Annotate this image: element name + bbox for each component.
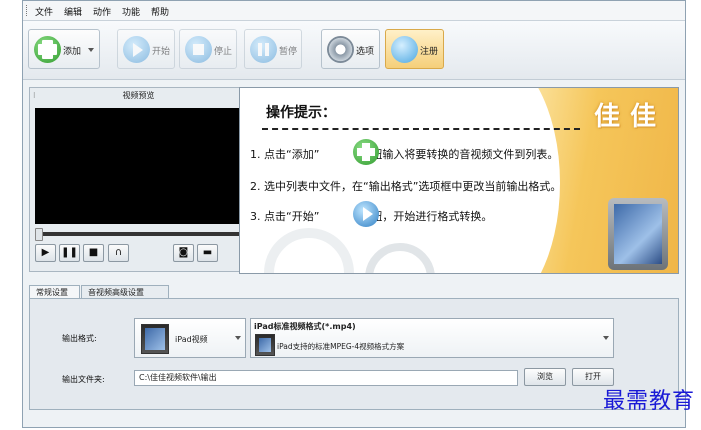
format-description: iPad支持的标准MPEG-4视频格式方案 <box>277 342 405 351</box>
play-icon <box>353 201 379 227</box>
play-icon <box>123 36 150 63</box>
register-button[interactable]: 注册 <box>385 29 444 69</box>
device-value: iPad视频 <box>175 335 208 344</box>
tips-heading: 操作提示： <box>266 105 336 121</box>
ipad-thumbnail <box>255 334 275 356</box>
brand-logo: 佳佳 <box>593 102 666 132</box>
menu-action[interactable]: 动作 <box>93 5 111 18</box>
app-window: 文件 编辑 动作 功能 帮助 添加 开始 停止 暂停 选项 注册 ⁝ 视频预览 … <box>22 0 686 428</box>
video-preview-panel: ⁝ 视频预览 ▶ ❚❚ ■ ∩ ◙ ▬ <box>29 87 248 272</box>
pause-icon <box>250 36 277 63</box>
tab-general-settings[interactable]: 常规设置 <box>29 285 80 299</box>
output-format-label: 输出格式: <box>62 334 97 343</box>
ipad-thumbnail <box>141 324 169 354</box>
output-folder-label: 输出文件夹: <box>62 375 105 384</box>
tips-banner: 佳佳 操作提示： 1. 点击“添加” 按钮输入将要转换的音视频文件到列表。 2.… <box>239 87 679 274</box>
device-select[interactable]: iPad视频 <box>134 318 246 358</box>
video-screen <box>35 108 240 224</box>
format-select[interactable]: iPad标准视频格式(*.mp4) iPad支持的标准MPEG-4视频格式方案 <box>250 318 614 358</box>
play-icon: ▶ <box>41 247 50 258</box>
settings-panel: 输出格式: iPad视频 iPad标准视频格式(*.mp4) iPad支持的标准… <box>29 298 679 410</box>
headphones-icon: ∩ <box>114 247 123 258</box>
tab-advanced-av-settings[interactable]: 音视频高级设置 <box>81 285 169 299</box>
film-reel-decoration <box>264 228 354 273</box>
tip-line-2: 2. 选中列表中文件，在“输出格式”选项框中更改当前输出格式。 <box>250 180 562 193</box>
menu-grip <box>26 5 29 16</box>
divider <box>262 128 580 130</box>
tip-line-1: 1. 点击“添加” 按钮输入将要转换的音视频文件到列表。 <box>250 148 559 161</box>
menu-help[interactable]: 帮助 <box>151 5 169 18</box>
add-dropdown-arrow-icon[interactable] <box>88 48 94 52</box>
ipad-image <box>608 198 668 270</box>
options-button[interactable]: 选项 <box>321 29 380 69</box>
open-folder-button[interactable]: ▬ <box>197 244 218 262</box>
chevron-down-icon <box>235 336 241 340</box>
format-title: iPad标准视频格式(*.mp4) <box>254 322 356 331</box>
basket-icon <box>391 36 418 63</box>
page-scrollbar[interactable] <box>686 0 701 430</box>
add-icon <box>34 36 61 63</box>
toolbar: 添加 开始 停止 暂停 选项 注册 <box>23 21 685 80</box>
menu-edit[interactable]: 编辑 <box>64 5 82 18</box>
menu-function[interactable]: 功能 <box>122 5 140 18</box>
stop-icon: ■ <box>88 247 99 258</box>
pause-icon: ❚❚ <box>61 247 78 258</box>
seek-handle[interactable] <box>35 228 43 241</box>
play-button[interactable]: ▶ <box>35 244 56 262</box>
volume-button[interactable]: ∩ <box>108 244 129 262</box>
browse-button[interactable]: 浏览 <box>524 368 566 386</box>
gear-icon <box>327 36 354 63</box>
menu-file[interactable]: 文件 <box>35 5 53 18</box>
folder-icon: ▬ <box>202 247 213 258</box>
snapshot-button[interactable]: ◙ <box>173 244 194 262</box>
pause-button-small[interactable]: ❚❚ <box>59 244 80 262</box>
preview-title: 视频预览 <box>122 91 155 100</box>
add-icon <box>353 139 379 165</box>
seek-bar[interactable] <box>35 228 242 241</box>
pause-button[interactable]: 暂停 <box>244 29 302 69</box>
output-folder-input[interactable]: C:\佳佳视频软件\输出 <box>134 370 518 386</box>
stop-button-small[interactable]: ■ <box>83 244 104 262</box>
stop-icon <box>185 36 212 63</box>
watermark: 最需教育 <box>602 389 695 414</box>
start-button[interactable]: 开始 <box>117 29 175 69</box>
chevron-down-icon <box>603 336 609 340</box>
menu-bar: 文件 编辑 动作 功能 帮助 <box>23 1 685 21</box>
stop-button[interactable]: 停止 <box>179 29 237 69</box>
camera-icon: ◙ <box>178 247 189 258</box>
add-button[interactable]: 添加 <box>28 29 100 69</box>
